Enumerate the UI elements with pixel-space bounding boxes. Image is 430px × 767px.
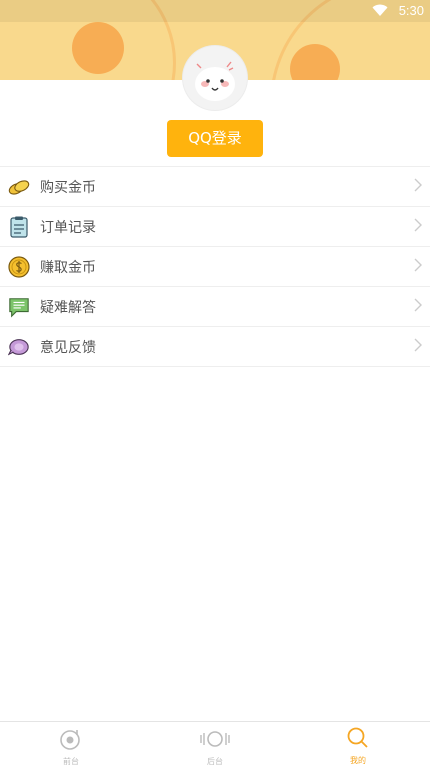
coins-icon xyxy=(8,176,30,198)
tab-label: 前台 xyxy=(63,757,79,766)
bottom-tab-bar: 前台 后台 我的 xyxy=(0,721,430,766)
cartoon-face-icon xyxy=(195,61,235,101)
status-bar: 5:30 xyxy=(0,0,430,22)
chevron-right-icon xyxy=(414,338,422,352)
menu-item-earn-coins[interactable]: 赚取金币 xyxy=(0,246,430,286)
tab-foreground[interactable]: 前台 xyxy=(31,722,111,766)
tab-label: 我的 xyxy=(350,756,366,765)
tab-label: 后台 xyxy=(207,757,223,766)
status-time: 5:30 xyxy=(398,3,424,18)
menu-item-order-records[interactable]: 订单记录 xyxy=(0,206,430,246)
tab-background[interactable]: 后台 xyxy=(175,722,255,766)
feedback-icon xyxy=(8,336,30,358)
menu-item-faq[interactable]: 疑难解答 xyxy=(0,286,430,326)
decorative-circle xyxy=(72,22,124,74)
clipboard-icon xyxy=(8,216,30,238)
record-icon xyxy=(60,730,80,750)
chevron-right-icon xyxy=(414,298,422,312)
chevron-right-icon xyxy=(414,178,422,192)
menu-item-label: 疑难解答 xyxy=(40,299,96,316)
headphones-icon xyxy=(200,731,230,747)
dollar-coin-icon xyxy=(8,255,30,278)
chevron-right-icon xyxy=(414,258,422,272)
tab-mine[interactable]: 我的 xyxy=(318,722,398,765)
menu-item-label: 订单记录 xyxy=(40,219,96,236)
wifi-icon xyxy=(372,4,388,16)
menu-item-label: 意见反馈 xyxy=(40,339,96,356)
menu-item-label: 购买金币 xyxy=(40,179,96,196)
chevron-right-icon xyxy=(414,218,422,232)
menu-list: 购买金币 订单记录 赚取金币 疑难解答 意见反馈 xyxy=(0,166,430,367)
menu-item-buy-coins[interactable]: 购买金币 xyxy=(0,166,430,206)
avatar[interactable] xyxy=(183,46,247,110)
search-icon xyxy=(347,727,368,748)
qq-login-button[interactable]: QQ登录 xyxy=(167,120,263,157)
chat-bubble-icon xyxy=(8,296,30,318)
menu-item-feedback[interactable]: 意见反馈 xyxy=(0,326,430,367)
menu-item-label: 赚取金币 xyxy=(40,259,96,276)
